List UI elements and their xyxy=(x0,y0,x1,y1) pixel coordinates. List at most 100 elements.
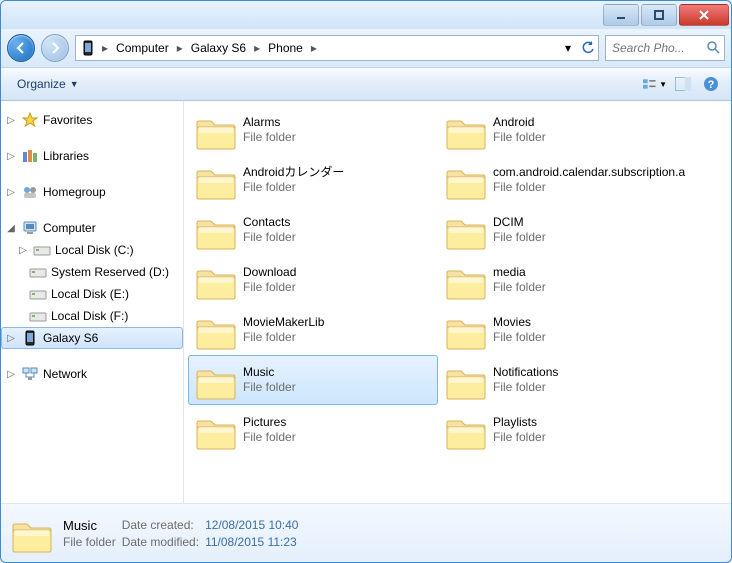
breadcrumb-computer[interactable]: Computer xyxy=(110,39,175,57)
folder-type: File folder xyxy=(243,380,296,395)
folder-icon xyxy=(445,359,487,401)
sidebar-drive-c[interactable]: ▷Local Disk (C:) xyxy=(1,239,183,261)
chevron-right-icon[interactable]: ▸ xyxy=(100,41,110,55)
details-type: File folder xyxy=(63,535,116,549)
maximize-button[interactable] xyxy=(641,4,677,26)
sidebar-libraries[interactable]: ▷Libraries xyxy=(1,145,183,167)
libraries-icon xyxy=(21,148,39,164)
close-button[interactable] xyxy=(679,4,729,26)
organize-label: Organize xyxy=(17,77,66,91)
folder-item[interactable]: NotificationsFile folder xyxy=(438,355,688,405)
help-button[interactable]: ? xyxy=(699,72,723,96)
homegroup-icon xyxy=(21,184,39,200)
folder-name: MovieMakerLib xyxy=(243,315,324,330)
folder-type: File folder xyxy=(243,230,296,245)
search-box[interactable] xyxy=(605,35,725,61)
sidebar-computer[interactable]: ◢Computer xyxy=(1,217,183,239)
folder-icon xyxy=(195,259,237,301)
folder-icon xyxy=(195,359,237,401)
folder-icon xyxy=(195,409,237,451)
navbar: ▸ Computer ▸ Galaxy S6 ▸ Phone ▸ ▾ xyxy=(1,29,731,67)
drive-icon xyxy=(29,264,47,280)
folder-name: Download xyxy=(243,265,296,280)
folder-item[interactable]: PicturesFile folder xyxy=(188,405,438,455)
chevron-down-icon[interactable]: ◢ xyxy=(5,223,17,234)
sidebar-network[interactable]: ▷Network xyxy=(1,363,183,385)
folder-type: File folder xyxy=(493,130,546,145)
sidebar-favorites[interactable]: ▷Favorites xyxy=(1,109,183,131)
sidebar-drive-d[interactable]: System Reserved (D:) xyxy=(1,261,183,283)
computer-icon xyxy=(21,220,39,236)
sidebar: ▷Favorites ▷Libraries ▷Homegroup ◢Comput… xyxy=(1,101,184,503)
chevron-right-icon[interactable]: ▷ xyxy=(5,115,17,126)
folder-item[interactable]: AndroidFile folder xyxy=(438,105,688,155)
chevron-right-icon[interactable]: ▷ xyxy=(5,333,17,344)
folder-name: DCIM xyxy=(493,215,546,230)
folder-name: Music xyxy=(243,365,296,380)
folder-item[interactable]: AlarmsFile folder xyxy=(188,105,438,155)
folder-content[interactable]: AlarmsFile folderAndroidFile folderAndro… xyxy=(184,101,731,503)
folder-icon xyxy=(445,309,487,351)
drive-icon xyxy=(29,308,47,324)
folder-name: Alarms xyxy=(243,115,296,130)
phone-icon xyxy=(21,330,39,346)
drive-icon xyxy=(29,286,47,302)
folder-item[interactable]: MoviesFile folder xyxy=(438,305,688,355)
folder-type: File folder xyxy=(243,130,296,145)
titlebar[interactable] xyxy=(1,1,731,29)
details-modified-label: Date modified: xyxy=(122,535,199,549)
chevron-right-icon[interactable]: ▸ xyxy=(175,41,185,55)
folder-name: Android xyxy=(493,115,546,130)
forward-button[interactable] xyxy=(41,34,69,62)
folder-item[interactable]: MovieMakerLibFile folder xyxy=(188,305,438,355)
details-name: Music xyxy=(63,518,116,533)
breadcrumb-folder[interactable]: Phone xyxy=(262,39,309,57)
folder-item[interactable]: DCIMFile folder xyxy=(438,205,688,255)
address-bar[interactable]: ▸ Computer ▸ Galaxy S6 ▸ Phone ▸ ▾ xyxy=(75,35,599,61)
folder-name: Contacts xyxy=(243,215,296,230)
folder-icon xyxy=(195,309,237,351)
toolbar: Organize ▼ ▼ ? xyxy=(1,67,731,101)
folder-item[interactable]: ContactsFile folder xyxy=(188,205,438,255)
folder-type: File folder xyxy=(243,330,324,345)
phone-icon xyxy=(78,38,98,58)
folder-item[interactable]: AndroidカレンダーFile folder xyxy=(188,155,438,205)
preview-pane-button[interactable] xyxy=(671,72,695,96)
folder-type: File folder xyxy=(243,280,296,295)
folder-type: File folder xyxy=(493,330,546,345)
folder-type: File folder xyxy=(493,180,685,195)
folder-item[interactable]: com.android.calendar.subscription.aFile … xyxy=(438,155,688,205)
folder-item[interactable]: MusicFile folder xyxy=(188,355,438,405)
folder-icon xyxy=(195,109,237,151)
chevron-right-icon[interactable]: ▷ xyxy=(17,245,29,256)
search-input[interactable] xyxy=(610,40,706,56)
folder-item[interactable]: PlaylistsFile folder xyxy=(438,405,688,455)
sidebar-phone[interactable]: ▷Galaxy S6 xyxy=(1,327,183,349)
minimize-button[interactable] xyxy=(603,4,639,26)
sidebar-drive-f[interactable]: Local Disk (F:) xyxy=(1,305,183,327)
folder-name: Pictures xyxy=(243,415,296,430)
folder-icon xyxy=(195,209,237,251)
folder-item[interactable]: DownloadFile folder xyxy=(188,255,438,305)
sidebar-homegroup[interactable]: ▷Homegroup xyxy=(1,181,183,203)
chevron-right-icon[interactable]: ▸ xyxy=(252,41,262,55)
chevron-right-icon[interactable]: ▸ xyxy=(309,41,319,55)
address-dropdown-button[interactable]: ▾ xyxy=(558,37,578,59)
folder-type: File folder xyxy=(243,430,296,445)
folder-item[interactable]: mediaFile folder xyxy=(438,255,688,305)
back-button[interactable] xyxy=(7,34,35,62)
breadcrumb-device[interactable]: Galaxy S6 xyxy=(185,39,252,57)
sidebar-drive-e[interactable]: Local Disk (E:) xyxy=(1,283,183,305)
chevron-right-icon[interactable]: ▷ xyxy=(5,187,17,198)
refresh-button[interactable] xyxy=(578,37,598,59)
folder-icon xyxy=(195,159,237,201)
chevron-right-icon[interactable]: ▷ xyxy=(5,151,17,162)
folder-name: Notifications xyxy=(493,365,558,380)
view-options-button[interactable]: ▼ xyxy=(643,72,667,96)
folder-name: Playlists xyxy=(493,415,546,430)
star-icon xyxy=(21,112,39,128)
folder-icon xyxy=(445,109,487,151)
folder-icon xyxy=(11,512,53,554)
chevron-right-icon[interactable]: ▷ xyxy=(5,369,17,380)
organize-button[interactable]: Organize ▼ xyxy=(9,73,87,95)
